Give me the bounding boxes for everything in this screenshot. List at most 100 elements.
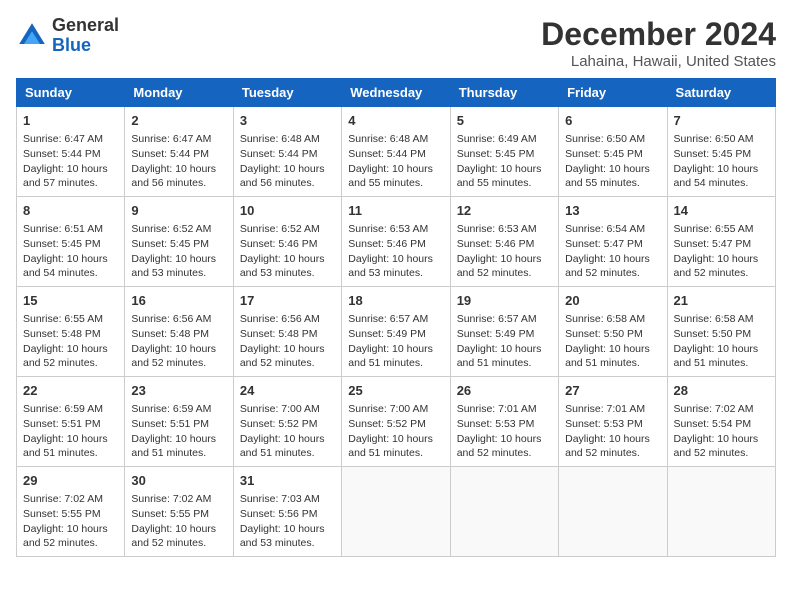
calendar-cell: 30Sunrise: 7:02 AM Sunset: 5:55 PM Dayli… bbox=[125, 467, 233, 557]
day-number: 20 bbox=[565, 292, 660, 310]
calendar-body: 1 Sunrise: 6:47 AM Sunset: 5:44 PM Daylig… bbox=[17, 107, 776, 557]
calendar-cell: 27 Sunrise: 7:01 AM Sunset: 5:53 PM Dayli… bbox=[559, 377, 667, 467]
logo-icon bbox=[16, 20, 48, 52]
calendar-cell: 31 Sunrise: 7:03 AM Sunset: 5:56 PM Dayli… bbox=[233, 467, 341, 557]
day-number: 24 bbox=[240, 382, 335, 400]
day-info: Sunrise: 6:59 AM Sunset: 5:51 PM Dayligh… bbox=[23, 402, 118, 461]
day-info: Sunrise: 6:47 AM Sunset: 5:44 PM Dayligh… bbox=[131, 132, 226, 191]
day-number: 2 bbox=[131, 112, 226, 130]
day-number: 13 bbox=[565, 202, 660, 220]
calendar-cell: 28 Sunrise: 7:02 AM Sunset: 5:54 PM Dayli… bbox=[667, 377, 775, 467]
day-number: 14 bbox=[674, 202, 769, 220]
day-number: 17 bbox=[240, 292, 335, 310]
weekday-header-row: SundayMondayTuesdayWednesdayThursdayFrid… bbox=[17, 79, 776, 107]
day-number: 28 bbox=[674, 382, 769, 400]
day-info: Sunrise: 6:49 AM Sunset: 5:45 PM Dayligh… bbox=[457, 132, 552, 191]
day-number: 6 bbox=[565, 112, 660, 130]
title-block: December 2024 Lahaina, Hawaii, United St… bbox=[541, 16, 776, 70]
calendar-cell bbox=[559, 467, 667, 557]
calendar-cell: 20Sunrise: 6:58 AM Sunset: 5:50 PM Dayli… bbox=[559, 287, 667, 377]
day-number: 25 bbox=[348, 382, 443, 400]
day-info: Sunrise: 6:53 AM Sunset: 5:46 PM Dayligh… bbox=[348, 222, 443, 281]
calendar-cell: 5 Sunrise: 6:49 AM Sunset: 5:45 PM Daylig… bbox=[450, 107, 558, 197]
weekday-header: Monday bbox=[125, 79, 233, 107]
day-info: Sunrise: 6:50 AM Sunset: 5:45 PM Dayligh… bbox=[674, 132, 769, 191]
calendar-cell: 17 Sunrise: 6:56 AM Sunset: 5:48 PM Dayli… bbox=[233, 287, 341, 377]
day-number: 1 bbox=[23, 112, 118, 130]
day-info: Sunrise: 6:57 AM Sunset: 5:49 PM Dayligh… bbox=[457, 312, 552, 371]
calendar-cell bbox=[450, 467, 558, 557]
calendar-cell: 9Sunrise: 6:52 AM Sunset: 5:45 PM Daylig… bbox=[125, 197, 233, 287]
calendar-cell: 1 Sunrise: 6:47 AM Sunset: 5:44 PM Daylig… bbox=[17, 107, 125, 197]
day-number: 7 bbox=[674, 112, 769, 130]
day-info: Sunrise: 7:01 AM Sunset: 5:53 PM Dayligh… bbox=[457, 402, 552, 461]
calendar-cell: 11 Sunrise: 6:53 AM Sunset: 5:46 PM Dayli… bbox=[342, 197, 450, 287]
day-info: Sunrise: 6:47 AM Sunset: 5:44 PM Dayligh… bbox=[23, 132, 118, 191]
day-info: Sunrise: 6:59 AM Sunset: 5:51 PM Dayligh… bbox=[131, 402, 226, 461]
day-number: 9 bbox=[131, 202, 226, 220]
calendar-cell: 18Sunrise: 6:57 AM Sunset: 5:49 PM Dayli… bbox=[342, 287, 450, 377]
day-number: 31 bbox=[240, 472, 335, 490]
day-number: 23 bbox=[131, 382, 226, 400]
day-info: Sunrise: 6:56 AM Sunset: 5:48 PM Dayligh… bbox=[131, 312, 226, 371]
week-row: 1 Sunrise: 6:47 AM Sunset: 5:44 PM Daylig… bbox=[17, 107, 776, 197]
calendar-cell: 3 Sunrise: 6:48 AM Sunset: 5:44 PM Daylig… bbox=[233, 107, 341, 197]
calendar-cell: 15Sunrise: 6:55 AM Sunset: 5:48 PM Dayli… bbox=[17, 287, 125, 377]
day-info: Sunrise: 7:00 AM Sunset: 5:52 PM Dayligh… bbox=[348, 402, 443, 461]
day-number: 3 bbox=[240, 112, 335, 130]
day-info: Sunrise: 6:56 AM Sunset: 5:48 PM Dayligh… bbox=[240, 312, 335, 371]
page-header: General Blue December 2024 Lahaina, Hawa… bbox=[16, 16, 776, 70]
weekday-header: Friday bbox=[559, 79, 667, 107]
day-info: Sunrise: 6:51 AM Sunset: 5:45 PM Dayligh… bbox=[23, 222, 118, 281]
calendar-cell: 7 Sunrise: 6:50 AM Sunset: 5:45 PM Daylig… bbox=[667, 107, 775, 197]
calendar-table: SundayMondayTuesdayWednesdayThursdayFrid… bbox=[16, 78, 776, 557]
day-info: Sunrise: 6:48 AM Sunset: 5:44 PM Dayligh… bbox=[348, 132, 443, 191]
logo-text: General Blue bbox=[52, 16, 119, 56]
day-info: Sunrise: 6:52 AM Sunset: 5:46 PM Dayligh… bbox=[240, 222, 335, 281]
calendar-cell: 22Sunrise: 6:59 AM Sunset: 5:51 PM Dayli… bbox=[17, 377, 125, 467]
calendar-cell: 16Sunrise: 6:56 AM Sunset: 5:48 PM Dayli… bbox=[125, 287, 233, 377]
day-info: Sunrise: 6:50 AM Sunset: 5:45 PM Dayligh… bbox=[565, 132, 660, 191]
calendar-cell: 19 Sunrise: 6:57 AM Sunset: 5:49 PM Dayli… bbox=[450, 287, 558, 377]
weekday-header: Saturday bbox=[667, 79, 775, 107]
calendar-cell: 21 Sunrise: 6:58 AM Sunset: 5:50 PM Dayli… bbox=[667, 287, 775, 377]
day-number: 30 bbox=[131, 472, 226, 490]
day-number: 11 bbox=[348, 202, 443, 220]
calendar-cell: 29 Sunrise: 7:02 AM Sunset: 5:55 PM Dayli… bbox=[17, 467, 125, 557]
day-info: Sunrise: 7:02 AM Sunset: 5:54 PM Dayligh… bbox=[674, 402, 769, 461]
logo: General Blue bbox=[16, 16, 119, 56]
calendar-cell: 8Sunrise: 6:51 AM Sunset: 5:45 PM Daylig… bbox=[17, 197, 125, 287]
calendar-cell: 24Sunrise: 7:00 AM Sunset: 5:52 PM Dayli… bbox=[233, 377, 341, 467]
calendar-cell: 12 Sunrise: 6:53 AM Sunset: 5:46 PM Dayli… bbox=[450, 197, 558, 287]
week-row: 22Sunrise: 6:59 AM Sunset: 5:51 PM Dayli… bbox=[17, 377, 776, 467]
day-info: Sunrise: 6:55 AM Sunset: 5:47 PM Dayligh… bbox=[674, 222, 769, 281]
calendar-cell: 6 Sunrise: 6:50 AM Sunset: 5:45 PM Daylig… bbox=[559, 107, 667, 197]
week-row: 15Sunrise: 6:55 AM Sunset: 5:48 PM Dayli… bbox=[17, 287, 776, 377]
day-number: 5 bbox=[457, 112, 552, 130]
calendar-cell: 26 Sunrise: 7:01 AM Sunset: 5:53 PM Dayli… bbox=[450, 377, 558, 467]
day-info: Sunrise: 6:54 AM Sunset: 5:47 PM Dayligh… bbox=[565, 222, 660, 281]
calendar-cell: 25 Sunrise: 7:00 AM Sunset: 5:52 PM Dayli… bbox=[342, 377, 450, 467]
day-number: 27 bbox=[565, 382, 660, 400]
weekday-header: Sunday bbox=[17, 79, 125, 107]
weekday-header: Wednesday bbox=[342, 79, 450, 107]
calendar-cell: 4 Sunrise: 6:48 AM Sunset: 5:44 PM Daylig… bbox=[342, 107, 450, 197]
day-info: Sunrise: 6:48 AM Sunset: 5:44 PM Dayligh… bbox=[240, 132, 335, 191]
day-number: 4 bbox=[348, 112, 443, 130]
calendar-header: SundayMondayTuesdayWednesdayThursdayFrid… bbox=[17, 79, 776, 107]
week-row: 8Sunrise: 6:51 AM Sunset: 5:45 PM Daylig… bbox=[17, 197, 776, 287]
day-info: Sunrise: 7:03 AM Sunset: 5:56 PM Dayligh… bbox=[240, 492, 335, 551]
day-info: Sunrise: 6:53 AM Sunset: 5:46 PM Dayligh… bbox=[457, 222, 552, 281]
calendar-cell: 23 Sunrise: 6:59 AM Sunset: 5:51 PM Dayli… bbox=[125, 377, 233, 467]
week-row: 29 Sunrise: 7:02 AM Sunset: 5:55 PM Dayli… bbox=[17, 467, 776, 557]
day-number: 19 bbox=[457, 292, 552, 310]
calendar-cell: 10Sunrise: 6:52 AM Sunset: 5:46 PM Dayli… bbox=[233, 197, 341, 287]
day-number: 29 bbox=[23, 472, 118, 490]
day-number: 21 bbox=[674, 292, 769, 310]
day-number: 12 bbox=[457, 202, 552, 220]
calendar-cell: 14 Sunrise: 6:55 AM Sunset: 5:47 PM Dayli… bbox=[667, 197, 775, 287]
day-info: Sunrise: 6:58 AM Sunset: 5:50 PM Dayligh… bbox=[674, 312, 769, 371]
day-info: Sunrise: 7:01 AM Sunset: 5:53 PM Dayligh… bbox=[565, 402, 660, 461]
day-info: Sunrise: 7:02 AM Sunset: 5:55 PM Dayligh… bbox=[23, 492, 118, 551]
day-number: 26 bbox=[457, 382, 552, 400]
